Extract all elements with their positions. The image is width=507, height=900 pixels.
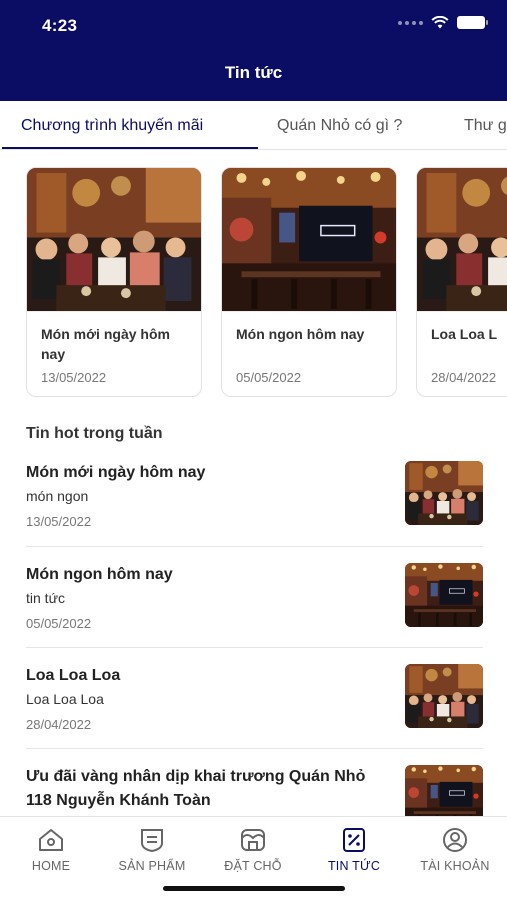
booking-icon: [241, 829, 265, 851]
card-image: [417, 168, 507, 312]
news-thumbnail: [405, 563, 483, 627]
card-title: Loa Loa L: [431, 326, 498, 342]
featured-card[interactable]: Loa Loa L 28/04/2022: [416, 167, 507, 397]
news-list-item[interactable]: Món mới ngày hôm nay món ngon 13/05/2022: [26, 455, 483, 547]
tab-promotions[interactable]: Chương trình khuyến mãi: [21, 117, 203, 135]
tab-third[interactable]: Thư g: [464, 117, 507, 135]
nav-label: TÀI KHOẢN: [420, 859, 490, 873]
status-icons: [398, 16, 488, 29]
home-icon: [39, 829, 63, 851]
news-subtitle: món ngon: [26, 488, 89, 504]
product-icon: [141, 829, 163, 853]
featured-card[interactable]: Món ngon hôm nay 05/05/2022: [221, 167, 397, 397]
featured-card[interactable]: Món mới ngày hôm nay 13/05/2022: [26, 167, 202, 397]
nav-account[interactable]: TÀI KHOẢN: [405, 827, 505, 873]
nav-news[interactable]: TIN TỨC: [304, 827, 404, 873]
news-subtitle: Loa Loa Loa: [26, 691, 104, 707]
nav-label: ĐẶT CHỖ: [224, 859, 282, 873]
account-icon: [443, 828, 467, 852]
nav-products[interactable]: SẢN PHẨM: [102, 827, 202, 873]
page-title: Tin tức: [224, 63, 283, 82]
news-thumbnail: [405, 664, 483, 728]
card-date: 13/05/2022: [41, 370, 107, 385]
section-title: Tin hot trong tuần: [26, 425, 163, 442]
nav-label: SẢN PHẨM: [118, 859, 186, 873]
card-title: Món ngon hôm nay: [236, 326, 365, 342]
news-date: 13/05/2022: [26, 514, 92, 529]
news-title: Món ngon hôm nay: [26, 566, 173, 583]
card-image: [27, 168, 201, 312]
signal-icon: [398, 20, 423, 25]
news-thumbnail: [405, 765, 483, 816]
wifi-icon: [431, 16, 449, 29]
battery-icon: [457, 16, 488, 29]
app-header: 4:23 Tin tức: [0, 0, 507, 101]
nav-label: TIN TỨC: [327, 859, 381, 873]
news-title: Loa Loa Loa: [26, 667, 121, 684]
active-tab-indicator: [2, 147, 258, 149]
home-indicator: [163, 886, 345, 891]
news-subtitle: tin tức: [26, 590, 65, 606]
card-title: Món mới ngày hôm nay: [41, 326, 170, 362]
card-date: 05/05/2022: [236, 370, 302, 385]
category-tabs: Chương trình khuyến mãi Quán Nhỏ có gì ?…: [0, 101, 507, 150]
news-date: 05/05/2022: [26, 616, 92, 631]
nav-booking[interactable]: ĐẶT CHỖ: [203, 827, 303, 873]
status-time: 4:23: [42, 16, 78, 35]
news-date: 28/04/2022: [26, 717, 92, 732]
news-list-item[interactable]: Món ngon hôm nay tin tức 05/05/2022: [26, 557, 483, 648]
card-date: 28/04/2022: [431, 370, 497, 385]
news-thumbnail: [405, 461, 483, 525]
card-image: [222, 168, 396, 312]
tab-quan-nho[interactable]: Quán Nhỏ có gì ?: [277, 117, 402, 135]
featured-carousel[interactable]: Món mới ngày hôm nay 13/05/2022 Món ngon…: [0, 150, 507, 410]
news-icon: [343, 828, 365, 852]
news-title: Ưu đãi vàng nhân dịp khai trương Quán Nh…: [26, 768, 366, 809]
nav-home[interactable]: HOME: [1, 827, 101, 873]
news-title: Món mới ngày hôm nay: [26, 464, 206, 481]
nav-label: HOME: [31, 859, 71, 873]
news-list-item[interactable]: Ưu đãi vàng nhân dịp khai trương Quán Nh…: [26, 759, 483, 816]
news-list-item[interactable]: Loa Loa Loa Loa Loa Loa 28/04/2022: [26, 658, 483, 749]
